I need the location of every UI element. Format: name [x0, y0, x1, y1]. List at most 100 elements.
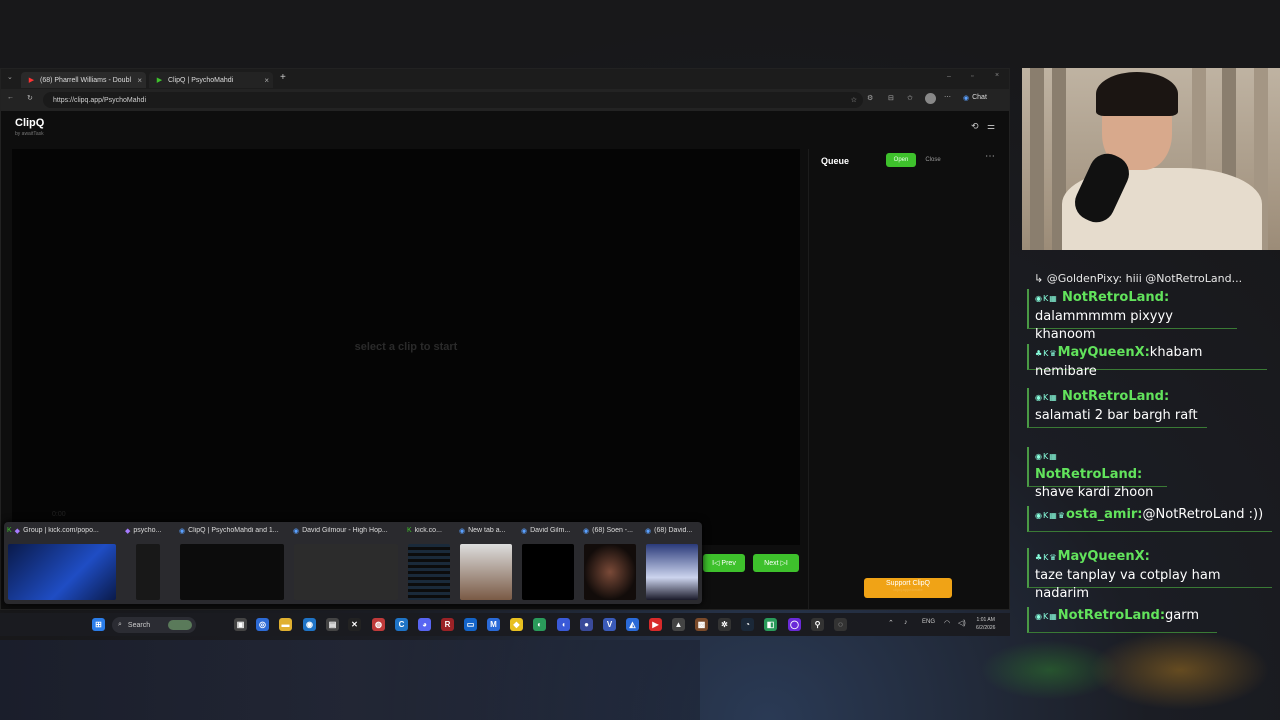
app-icon-r[interactable]: R [441, 618, 454, 631]
chat-message: ◉K▦NotRetroLand:garm [1027, 607, 1217, 633]
app-title: ClipQ [15, 117, 45, 129]
youtube-taskbar-icon[interactable]: ▶ [649, 618, 662, 631]
app-icon-ring[interactable]: ◌ [834, 618, 847, 631]
address-bar-row: ← ↻ https://clipq.app/PsychoMahdi ☆ ⚙ ⊟ … [1, 89, 1009, 111]
app-icon-shield[interactable]: ◖ [557, 618, 570, 631]
history-icon[interactable]: ⟲ [971, 121, 979, 132]
queue-more-icon[interactable]: ⋯ [985, 151, 995, 162]
chat-username: NotRetroLand: [1035, 467, 1143, 482]
preview-window[interactable]: ◉ (68) David... [642, 522, 702, 604]
x-icon[interactable]: ✕ [348, 618, 361, 631]
copilot-chat-button[interactable]: ◉ Chat [963, 94, 987, 102]
start-icon[interactable]: ⊞ [92, 618, 105, 631]
discord-icon[interactable]: ◕ [418, 618, 431, 631]
chat-text: dalammmmm pixyyy khanoom [1035, 309, 1173, 342]
tray-overflow-icon[interactable]: ⌃ [888, 619, 894, 627]
clock[interactable]: 1:01 AM 6/2/2026 [976, 616, 995, 632]
taskbar-search[interactable]: ⌕ Search [112, 617, 196, 633]
app-icon-compass[interactable]: ◭ [626, 618, 639, 631]
new-tab-icon[interactable]: + [280, 72, 286, 83]
chat-overlay: ↳ @GoldenPixy: hiii @NotRetroLand... ◉K▦… [1022, 268, 1280, 638]
chat-username: NotRetroLand: [1061, 389, 1170, 404]
clock-date: 6/2/2026 [976, 625, 996, 631]
preview-window[interactable]: Kkick.co... [404, 522, 454, 604]
app-icon-box[interactable]: ◧ [764, 618, 777, 631]
app-icon-c[interactable]: C [395, 618, 408, 631]
menu-dots-icon[interactable]: ⋯ [944, 93, 951, 101]
copilot-chat-label: Chat [972, 94, 987, 101]
minimize-icon[interactable]: – [947, 73, 951, 80]
badge-icons: ◉K▦ [1035, 294, 1058, 303]
language-indicator[interactable]: ENG [922, 619, 935, 625]
app-icon-blue[interactable]: ▭ [464, 618, 477, 631]
preview-label: David Gilm... [530, 527, 571, 534]
app-icon-purple[interactable]: ◯ [788, 618, 801, 631]
tab-list-icon[interactable]: ⌄ [7, 73, 13, 81]
chat-message: ◉K▦♛osta_amir:@NotRetroLand :)) [1027, 506, 1272, 532]
app-icon-v[interactable]: V [603, 618, 616, 631]
clipq-icon: ▶ [156, 77, 163, 84]
tab-clipq[interactable]: ▶ ClipQ | PsychoMahdi × [149, 72, 273, 88]
location-icon[interactable]: ⚲ [811, 618, 824, 631]
app-icon-yellow[interactable]: ◆ [510, 618, 523, 631]
player-placeholder: select a clip to start [354, 341, 458, 353]
app-icon-gear[interactable]: ✲ [718, 618, 731, 631]
extensions-icon[interactable]: ⚙ [867, 94, 873, 102]
url-field[interactable]: https://clipq.app/PsychoMahdi ☆ [43, 92, 863, 108]
app-subtitle: by awaitTask [15, 131, 44, 137]
app-icon-sphere[interactable]: ● [580, 618, 593, 631]
badge-icons: ◉K▦ [1035, 612, 1058, 621]
chat-reply-preview: ↳ @GoldenPixy: hiii @NotRetroLand... [1034, 272, 1242, 285]
preview-window[interactable]: ◉ (68) Soen -... [580, 522, 640, 604]
next-button[interactable]: Next ▷I [753, 554, 799, 572]
tab-close-icon[interactable]: × [264, 76, 269, 85]
tab-youtube[interactable]: ▶ (68) Pharrell Williams - Doubl × [21, 72, 146, 88]
support-url: clipq.app/donate [893, 586, 923, 592]
app-icon-red[interactable]: ◍ [372, 618, 385, 631]
preview-window[interactable]: K ◆ Group | kick.com/popo... [4, 522, 120, 604]
app-icon-m[interactable]: M [487, 618, 500, 631]
edge-taskbar-icon[interactable]: ◉ [303, 618, 316, 631]
split-screen-icon[interactable]: ⊟ [888, 94, 894, 102]
refresh-icon[interactable]: ↻ [27, 94, 33, 102]
favorites-icon[interactable]: ✩ [907, 94, 913, 102]
steam-icon[interactable]: ◔ [741, 618, 754, 631]
prev-button[interactable]: I◁ Prev [703, 554, 745, 572]
settings-sliders-icon[interactable]: ⚌ [987, 121, 995, 132]
wifi-icon[interactable]: ◠ [944, 619, 950, 627]
tab-clipq-label: ClipQ | PsychoMahdi [168, 76, 234, 84]
queue-open-button[interactable]: Open [886, 153, 916, 167]
badge-icons: ♣K♛ [1035, 553, 1058, 562]
preview-window[interactable]: ◉ David Gilm... [518, 522, 578, 604]
badge-icons: ◉K▦ [1035, 393, 1058, 402]
video-player[interactable]: select a clip to start 0:00 [12, 149, 800, 545]
tab-close-icon[interactable]: × [137, 76, 142, 85]
app-icon-green[interactable]: ◐ [533, 618, 546, 631]
copilot-taskbar-icon[interactable]: ◎ [256, 618, 269, 631]
store-icon[interactable]: ▤ [326, 618, 339, 631]
search-label: Search [127, 621, 151, 629]
queue-close-button[interactable]: Close [919, 153, 947, 167]
preview-window[interactable]: ◆ psycho... [122, 522, 174, 604]
volume-icon[interactable]: ◁) [958, 619, 966, 627]
kick-icon: K [7, 527, 12, 534]
support-clipq-button[interactable]: Support ClipQ clipq.app/donate [864, 578, 952, 598]
back-icon[interactable]: ← [7, 94, 14, 101]
youtube-icon: ▶ [28, 77, 35, 84]
file-explorer-icon[interactable]: ▬ [279, 618, 292, 631]
maximize-icon[interactable]: ▫ [971, 73, 973, 80]
app-icon-photo[interactable]: ▩ [695, 618, 708, 631]
chat-message: ◉K▦ NotRetroLand: salamati 2 bar bargh r… [1027, 388, 1207, 428]
preview-label: David Gilmour - High Hop... [302, 527, 388, 534]
task-view-icon[interactable]: ▣ [234, 618, 247, 631]
chat-username: NotRetroLand: [1057, 608, 1166, 623]
favorite-star-icon[interactable]: ☆ [851, 96, 857, 104]
microphone-icon[interactable]: ♪ [904, 619, 908, 626]
app-icon-lock[interactable]: ▲ [672, 618, 685, 631]
chat-text: taze tanplay va cotplay ham nadarim [1035, 568, 1221, 601]
profile-avatar[interactable] [925, 93, 936, 104]
preview-window[interactable]: ◉ David Gilmour - High Hop... [290, 522, 402, 604]
preview-window[interactable]: ◉ ClipQ | PsychoMahdi and 1... [176, 522, 288, 604]
preview-window[interactable]: ◉ New tab a... [456, 522, 516, 604]
close-window-icon[interactable]: × [995, 72, 999, 79]
